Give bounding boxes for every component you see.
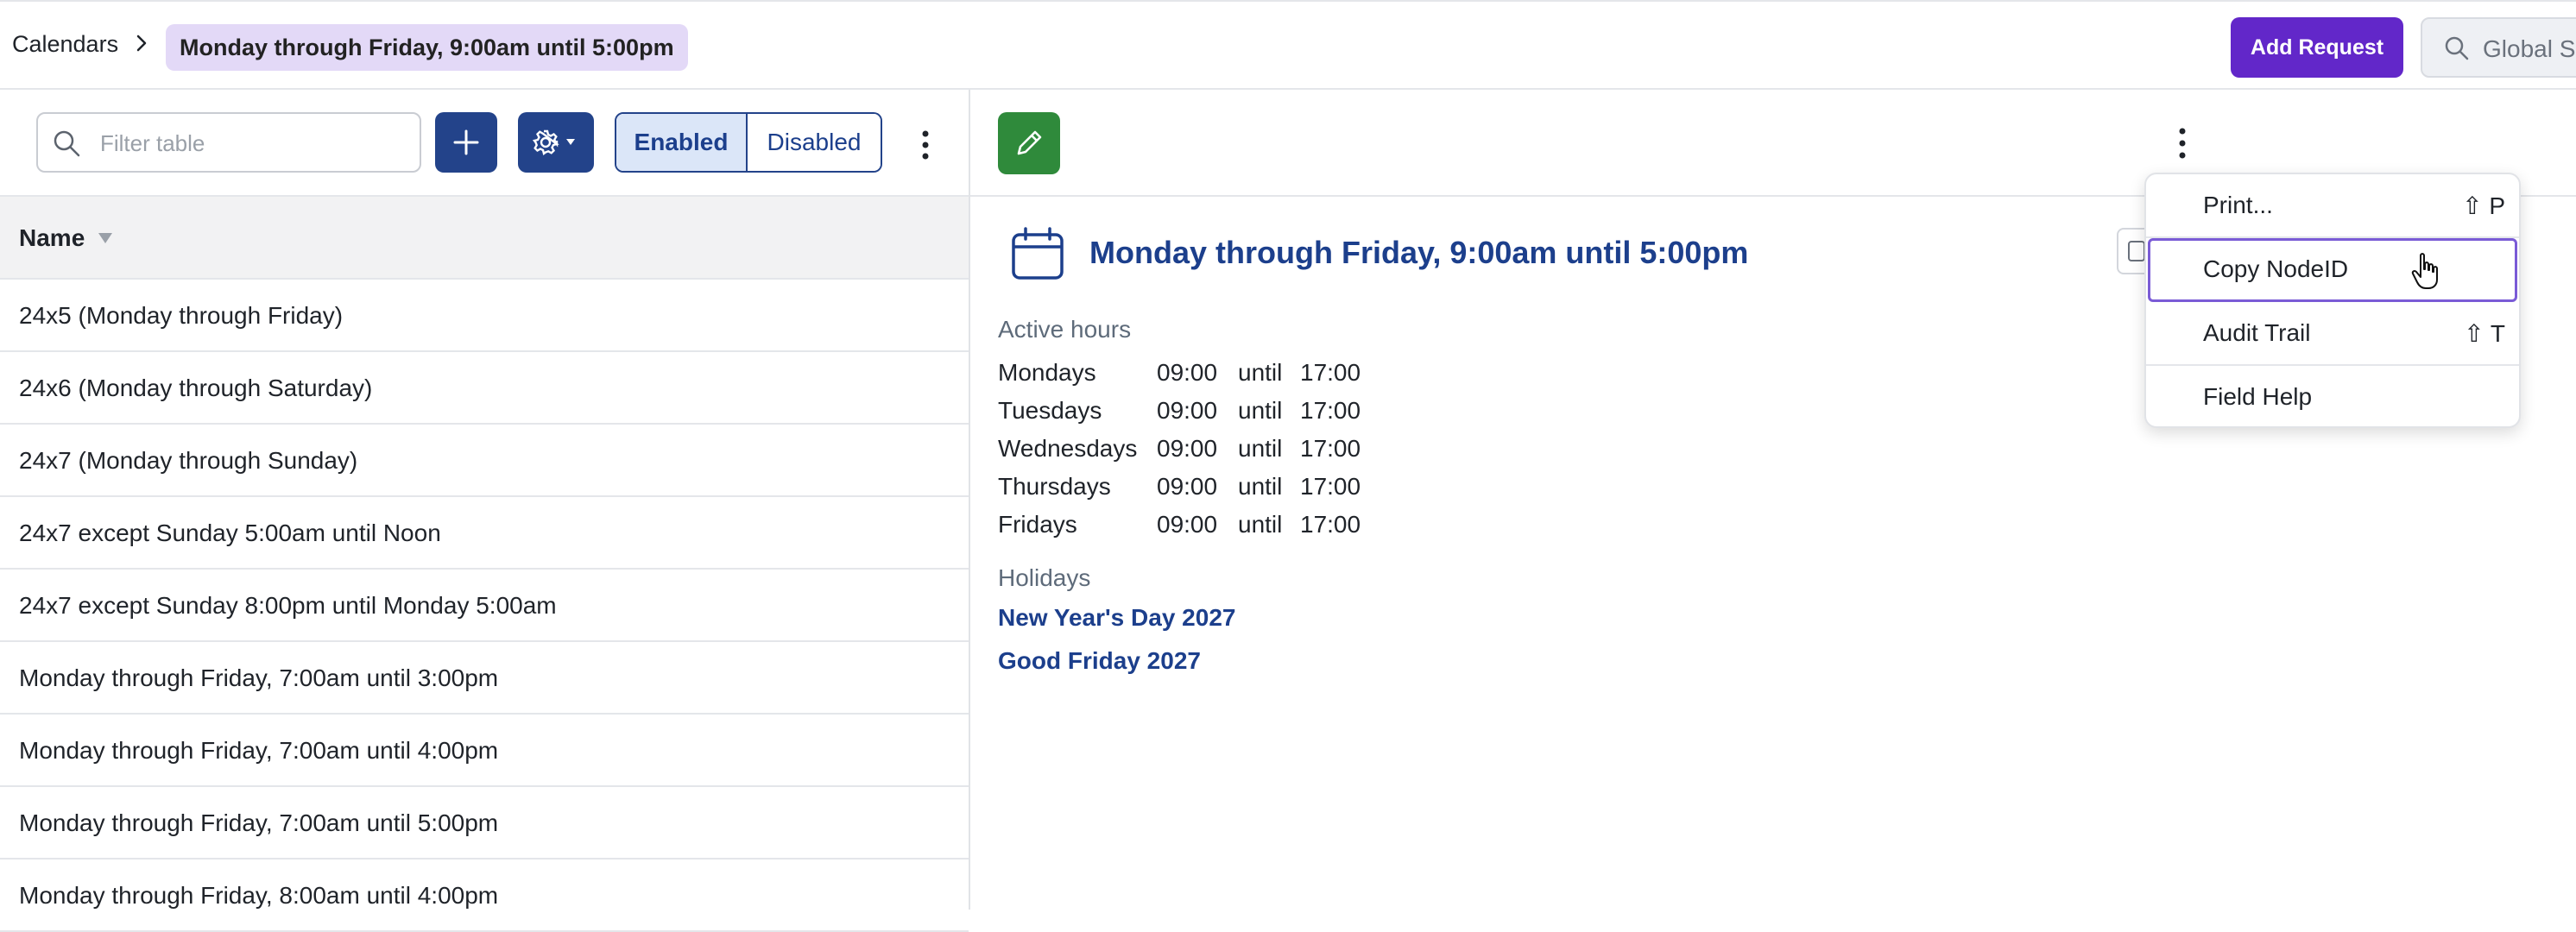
menu-item-field-help[interactable]: Field Help xyxy=(2146,366,2519,430)
hours-sep: until xyxy=(1238,397,1283,424)
hours-day: Thursdays xyxy=(998,473,1111,500)
hours-sep: until xyxy=(1238,435,1283,462)
table-row[interactable]: 24x6 (Monday through Saturday) xyxy=(0,352,969,425)
hours-end: 17:00 xyxy=(1300,435,1361,462)
table-row[interactable]: 24x5 (Monday through Friday) xyxy=(0,280,969,352)
menu-item-shortcut: ⇧ T xyxy=(2464,320,2505,347)
table-row[interactable]: Monday through Friday, 8:00am until 4:00… xyxy=(0,860,969,932)
hours-end: 17:00 xyxy=(1300,473,1361,500)
edit-button[interactable] xyxy=(998,112,1060,174)
breadcrumb-calendars-link[interactable]: Calendars xyxy=(12,31,118,58)
global-search-text: Global S xyxy=(2483,35,2576,62)
filter-table-field[interactable] xyxy=(36,112,421,173)
add-calendar-button[interactable] xyxy=(435,112,497,173)
pencil-icon xyxy=(1017,130,1042,155)
hours-sep: until xyxy=(1238,511,1283,538)
top-bar: Calendars Monday through Friday, 9:00am … xyxy=(0,0,2576,90)
holiday-link[interactable]: New Year's Day 2027 xyxy=(998,604,1235,632)
table-row[interactable]: Monday through Friday, 7:00am until 5:00… xyxy=(0,787,969,860)
sort-down-icon xyxy=(98,233,112,243)
enabled-disabled-toggle: Enabled Disabled xyxy=(615,112,882,173)
hours-end: 17:00 xyxy=(1300,511,1361,538)
table-row[interactable]: 24x7 (Monday through Sunday) xyxy=(0,425,969,497)
hours-sep: until xyxy=(1238,473,1283,500)
hours-day: Tuesdays xyxy=(998,397,1102,424)
add-request-button[interactable]: Add Request xyxy=(2231,17,2403,78)
hours-start: 09:00 xyxy=(1157,435,1218,462)
kebab-icon[interactable] xyxy=(915,128,936,162)
menu-item-audit-trail[interactable]: Audit Trail ⇧ T xyxy=(2146,302,2519,366)
hours-start: 09:00 xyxy=(1157,511,1218,538)
chevron-right-icon xyxy=(136,35,147,52)
holidays-label: Holidays xyxy=(998,564,1091,591)
hours-day: Fridays xyxy=(998,511,1077,538)
table-row[interactable]: Monday through Friday, 7:00am until 4:00… xyxy=(0,715,969,787)
actions-dropdown-menu: Print... ⇧ P Copy NodeID Audit Trail ⇧ T… xyxy=(2144,173,2521,428)
table-settings-button[interactable] xyxy=(518,112,594,173)
column-header-label: Name xyxy=(19,224,85,251)
hours-end: 17:00 xyxy=(1300,359,1361,386)
hours-day: Wednesdays xyxy=(998,435,1138,462)
table-row[interactable]: 24x7 except Sunday 8:00pm until Monday 5… xyxy=(0,570,969,642)
global-search-input[interactable]: Global S xyxy=(2421,17,2576,78)
menu-item-label: Print... xyxy=(2203,192,2273,218)
hours-day: Mondays xyxy=(998,359,1096,386)
gear-icon xyxy=(532,129,575,156)
detail-title: Monday through Friday, 9:00am until 5:00… xyxy=(1089,235,1749,270)
holiday-link[interactable]: Good Friday 2027 xyxy=(998,647,1201,675)
hours-end: 17:00 xyxy=(1300,397,1361,424)
name-column-header[interactable]: Name xyxy=(0,195,969,280)
menu-item-copy-nodeid[interactable]: Copy NodeID xyxy=(2148,238,2517,302)
filter-table-input[interactable] xyxy=(98,126,413,161)
hand-pointer-icon xyxy=(2411,253,2438,289)
hours-start: 09:00 xyxy=(1157,397,1218,424)
table-row[interactable]: 24x7 except Sunday 5:00am until Noon xyxy=(0,497,969,570)
table-row[interactable]: Monday through Friday, 7:00am until 3:00… xyxy=(0,642,969,715)
hours-start: 09:00 xyxy=(1157,473,1218,500)
active-hours-label: Active hours xyxy=(998,316,1132,343)
calendar-list-panel: Enabled Disabled Name 24x5 (Monday throu… xyxy=(0,90,970,932)
search-icon xyxy=(54,130,80,157)
hours-sep: until xyxy=(1238,359,1283,386)
kebab-icon[interactable] xyxy=(2172,124,2193,162)
menu-item-label: Audit Trail xyxy=(2203,319,2311,346)
menu-item-shortcut: ⇧ P xyxy=(2462,192,2505,219)
breadcrumb-current: Monday through Friday, 9:00am until 5:00… xyxy=(166,24,688,71)
enabled-toggle-option[interactable]: Enabled xyxy=(616,114,748,171)
calendar-table-body: 24x5 (Monday through Friday) 24x6 (Monda… xyxy=(0,280,969,932)
menu-item-label: Copy NodeID xyxy=(2203,255,2349,282)
caret-down-icon xyxy=(566,139,575,145)
calendar-icon xyxy=(1012,227,1064,280)
disabled-toggle-option[interactable]: Disabled xyxy=(748,114,881,171)
menu-item-print[interactable]: Print... ⇧ P xyxy=(2146,174,2519,238)
plus-icon xyxy=(453,129,479,155)
hours-start: 09:00 xyxy=(1157,359,1218,386)
search-icon xyxy=(2445,36,2469,60)
menu-item-label: Field Help xyxy=(2203,383,2313,410)
